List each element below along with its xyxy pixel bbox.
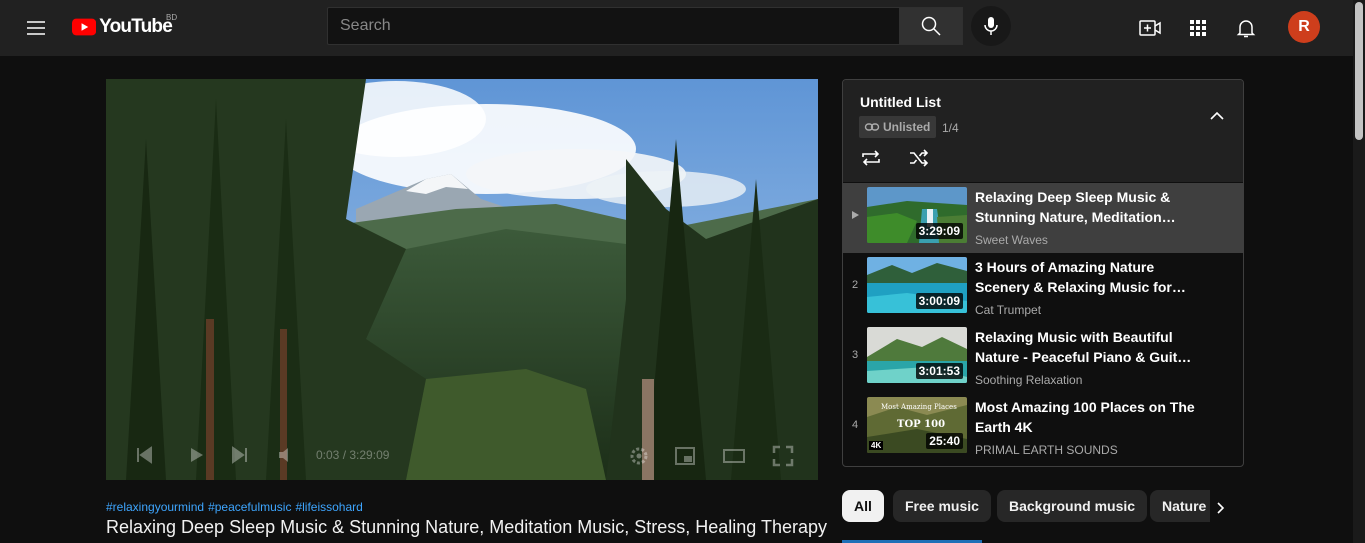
now-playing-icon (852, 211, 859, 219)
previous-icon[interactable] (134, 445, 154, 465)
title-line: Most Amazing 100 Places on The (975, 399, 1195, 415)
title-line: Relaxing Deep Sleep Music & (975, 189, 1171, 205)
playlist-item[interactable]: 4 Most Amazing Places TOP 100 4K 25:40 M… (843, 393, 1243, 463)
video-duration: 3:01:53 (915, 363, 963, 379)
search-button[interactable] (899, 7, 963, 45)
channel-name[interactable]: Sweet Waves (975, 233, 1048, 247)
video-duration: 3:29:09 (915, 223, 963, 239)
title-line: 3 Hours of Amazing Nature (975, 259, 1155, 275)
time-current: 0:03 (316, 448, 340, 462)
visibility-label: Unlisted (883, 120, 931, 134)
shuffle-icon[interactable] (907, 146, 931, 170)
avatar[interactable]: R (1288, 11, 1320, 43)
playlist-position: 1/4 (942, 121, 959, 135)
settings-icon[interactable] (628, 445, 650, 467)
4k-badge: 4K (869, 441, 884, 450)
video-title: Relaxing Deep Sleep Music & Stunning Nat… (106, 517, 828, 537)
mic-icon (984, 17, 998, 35)
chip-all[interactable]: All (842, 490, 884, 522)
playlist-item-index: 3 (851, 349, 859, 361)
playlist-item-title[interactable]: 3 Hours of Amazing Nature Scenery & Rela… (975, 257, 1197, 297)
hashtag-link[interactable]: #lifeissohard (295, 500, 362, 514)
video-player[interactable]: 0:03 / 3:29:09 (106, 79, 818, 480)
title-line: Earth 4K (975, 419, 1033, 435)
create-icon[interactable] (1138, 16, 1162, 40)
video-thumbnail[interactable]: 3:01:53 (867, 327, 967, 383)
playlist-panel: Untitled List Unlisted 1/4 3:29:09 Relax… (842, 79, 1244, 467)
thumbnail-caption: TOP 100 (897, 419, 946, 430)
theater-mode-icon[interactable] (722, 445, 746, 467)
filter-chips: All Free music Background music Nature (842, 490, 1210, 524)
chevron-right-icon[interactable] (1208, 496, 1232, 520)
video-duration: 25:40 (926, 433, 963, 449)
miniplayer-icon[interactable] (674, 445, 696, 467)
video-thumbnail[interactable]: Most Amazing Places TOP 100 4K 25:40 (867, 397, 967, 453)
menu-icon[interactable] (24, 16, 48, 40)
search-input[interactable]: Search (327, 7, 899, 45)
time-readout: 0:03 / 3:29:09 (316, 448, 390, 462)
playlist-item-index: 4 (851, 419, 859, 431)
logo-text: YouTube (99, 16, 173, 37)
youtube-logo[interactable]: YouTube (72, 15, 173, 39)
time-total: 3:29:09 (349, 448, 390, 462)
chip-nature[interactable]: Nature (1150, 490, 1210, 522)
thumbnail-caption: Most Amazing Places (881, 403, 957, 411)
country-code: BD (166, 13, 178, 22)
bell-icon[interactable] (1234, 16, 1258, 40)
channel-name[interactable]: PRIMAL EARTH SOUNDS (975, 443, 1118, 457)
volume-icon[interactable] (276, 445, 296, 465)
scrollbar-thumb[interactable] (1355, 2, 1363, 140)
hashtag-link[interactable]: #relaxingyourmind (106, 500, 204, 514)
chip-free-music[interactable]: Free music (893, 490, 991, 522)
playlist-item[interactable]: 3 3:01:53 Relaxing Music with Beautiful … (843, 323, 1243, 393)
youtube-play-icon (72, 18, 97, 36)
title-line: Stunning Nature, Meditation… (975, 209, 1176, 225)
title-line: Scenery & Relaxing Music for… (975, 279, 1186, 295)
chevron-up-icon[interactable] (1205, 104, 1229, 128)
chip-background-music[interactable]: Background music (997, 490, 1148, 522)
search-icon (921, 16, 941, 36)
playlist-item[interactable]: 2 3:00:09 3 Hours of Amazing Nature Scen… (843, 253, 1243, 323)
video-thumbnail[interactable]: 3:29:09 (867, 187, 967, 243)
hashtag-row: #relaxingyourmind #peacefulmusic #lifeisso… (106, 500, 367, 514)
playlist-title[interactable]: Untitled List (860, 94, 941, 110)
loop-icon[interactable] (859, 146, 883, 170)
video-frame (106, 79, 818, 480)
playlist-header: Untitled List Unlisted 1/4 (843, 80, 1243, 182)
video-thumbnail[interactable]: 3:00:09 (867, 257, 967, 313)
voice-search-button[interactable] (971, 6, 1011, 46)
next-icon[interactable] (230, 445, 250, 465)
video-duration: 3:00:09 (915, 293, 963, 309)
apps-icon[interactable] (1186, 16, 1210, 40)
playlist-item-title[interactable]: Relaxing Music with Beautiful Nature - P… (975, 327, 1197, 367)
play-icon[interactable] (186, 445, 206, 465)
playlist-item-index: 2 (851, 279, 859, 291)
title-line: Relaxing Music with Beautiful (975, 329, 1173, 345)
hashtag-link[interactable]: #peacefulmusic (208, 500, 291, 514)
channel-name[interactable]: Soothing Relaxation (975, 373, 1082, 387)
playlist-item-title[interactable]: Most Amazing 100 Places on The Earth 4K (975, 397, 1197, 437)
playlist-item-title[interactable]: Relaxing Deep Sleep Music & Stunning Nat… (975, 187, 1197, 227)
visibility-badge: Unlisted (859, 116, 937, 138)
fullscreen-icon[interactable] (772, 445, 794, 467)
channel-name[interactable]: Cat Trumpet (975, 303, 1041, 317)
playlist-item[interactable]: 3:29:09 Relaxing Deep Sleep Music & Stun… (843, 183, 1243, 253)
link-icon (864, 123, 880, 131)
title-line: Nature - Peaceful Piano & Guita… (975, 349, 1197, 365)
